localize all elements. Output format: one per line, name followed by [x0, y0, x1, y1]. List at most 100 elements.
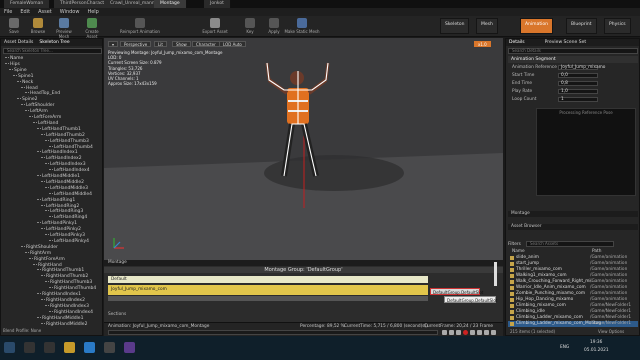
step-back-icon[interactable] — [449, 330, 454, 335]
property-value[interactable]: 1,0 — [558, 89, 598, 94]
col-name[interactable]: Name — [512, 249, 525, 254]
make-static-mesh-label: Make Static Mesh — [284, 29, 320, 34]
viewport-stats: Previewing Montage: Joyful_Jump_mixamo_c… — [108, 50, 222, 86]
asset-columns: Name Path — [508, 249, 638, 254]
col-path[interactable]: Path — [592, 249, 601, 254]
timeline-bar: Animation: Joyful_Jump_mixamo_com_Montag… — [104, 322, 503, 336]
make-static-mesh-button[interactable]: Make Static Mesh — [284, 18, 320, 34]
property-row: Animation Reference Joyful_Jump_mixamo — [508, 64, 636, 71]
axis-gizmo-icon — [113, 238, 124, 249]
view-options-button[interactable]: View Options — [598, 329, 624, 334]
loop-icon[interactable] — [491, 330, 496, 335]
menu-edit[interactable]: Edit — [20, 9, 30, 15]
property-value[interactable]: Joyful_Jump_mixamo — [558, 65, 605, 70]
key-button[interactable]: Key — [238, 18, 262, 34]
save-label: Save — [9, 29, 19, 34]
animation-asset-icon — [510, 304, 514, 308]
playback-speed-button[interactable]: x1.0 — [474, 41, 491, 47]
edge-icon[interactable] — [84, 342, 95, 353]
mode-physics[interactable]: Physics — [604, 18, 631, 34]
tab-asset-browser[interactable]: Asset Browser — [508, 224, 638, 230]
mode-blueprint[interactable]: Blueprint — [566, 18, 597, 34]
search-icon[interactable] — [24, 342, 35, 353]
preview-mesh-button[interactable]: Preview Mesh — [52, 18, 76, 39]
asset-search-input[interactable]: Search Assets — [526, 241, 614, 247]
apply-button[interactable]: Apply — [262, 18, 286, 34]
slot-dropdown[interactable]: DefaultGroup.DefaultSlot — [430, 288, 483, 295]
montage-section-clip[interactable]: Joyful_Jump_mixamo_com — [108, 285, 428, 295]
animation-asset-icon — [510, 256, 514, 260]
record-icon[interactable] — [463, 330, 468, 335]
asset-row[interactable]: Climbing_Ladder_mixamo_com_Montag/Game/N… — [508, 321, 638, 327]
save-button[interactable]: Save — [2, 18, 26, 34]
filters-button[interactable]: Filters — [508, 242, 521, 247]
browse-button[interactable]: Browse — [26, 18, 50, 34]
slot-dropdown-option[interactable]: DefaultGroup.DefaultSlot — [444, 296, 497, 303]
preview-viewport[interactable]: ▾ Perspective Lit Show Character LOD Aut… — [104, 38, 503, 260]
montage-section-header: Montage — [508, 211, 638, 217]
toolbar: Save Browse Preview Mesh Create Asset Re… — [0, 16, 640, 39]
lod-auto-button[interactable]: LOD Auto — [219, 41, 246, 47]
window-tab[interactable]: Montage — [154, 0, 187, 8]
property-value[interactable]: 1 — [558, 97, 598, 102]
menu-window[interactable]: Window — [60, 9, 80, 15]
create-asset-button[interactable]: Create Asset — [80, 18, 104, 39]
right-panel: Details Preview Scene Set Search Details… — [505, 38, 640, 336]
bone-row[interactable]: RightHandMiddle2 — [41, 322, 87, 328]
window-tab[interactable]: FemaleWoman — [4, 0, 51, 8]
animation-asset-icon — [510, 298, 514, 302]
reference-pose-graph: Processing Reference Pose — [536, 108, 636, 196]
tab-preview-scene[interactable]: Preview Scene Set — [545, 39, 587, 46]
step-forward-icon[interactable] — [477, 330, 482, 335]
play-reverse-icon[interactable] — [456, 330, 461, 335]
property-label: Start Time — [512, 73, 535, 78]
animation-asset-icon — [510, 292, 514, 296]
character-button[interactable]: Character — [192, 41, 220, 47]
property-value[interactable]: 0,0 — [558, 73, 598, 78]
show-button[interactable]: Show — [172, 41, 191, 47]
perspective-button[interactable]: Perspective — [120, 41, 152, 47]
clock-time[interactable]: 19:36 — [590, 340, 602, 345]
blend-profile-select[interactable]: Blend Profile: None — [3, 328, 41, 333]
clock-date[interactable]: 05.01.2021 — [584, 348, 609, 353]
folder-icon — [33, 18, 43, 28]
property-value[interactable]: 0,8 — [558, 81, 598, 86]
start-icon[interactable] — [4, 342, 15, 353]
mode-animation[interactable]: Animation — [520, 18, 553, 34]
details-search-input[interactable]: Search Details — [508, 48, 638, 54]
property-row: Loop Count 1 — [508, 96, 636, 103]
task-view-icon[interactable] — [44, 342, 55, 353]
menu-help[interactable]: Help — [87, 9, 98, 15]
tab-asset-details[interactable]: Asset Details — [4, 39, 33, 46]
browse-label: Browse — [30, 29, 46, 34]
lit-button[interactable]: Lit — [154, 41, 167, 47]
play-icon[interactable] — [470, 330, 475, 335]
unreal-icon[interactable] — [104, 342, 115, 353]
right-panel-tabs: Details Preview Scene Set — [506, 39, 639, 46]
tab-details[interactable]: Details — [509, 39, 525, 46]
stat-line: Previewing Montage: Joyful_Jump_mixamo_c… — [108, 50, 223, 55]
skip-start-icon[interactable] — [442, 330, 447, 335]
language-indicator[interactable]: ENG — [560, 345, 569, 350]
montage-slot-default[interactable]: Default — [108, 276, 428, 283]
montage-header: Montage — [104, 260, 503, 266]
menu-file[interactable]: File — [4, 9, 12, 15]
menu-asset[interactable]: Asset — [38, 9, 52, 15]
export-asset-button[interactable]: Export Asset — [200, 18, 230, 34]
viewport-options-button[interactable]: ▾ — [108, 41, 119, 47]
tab-skeleton-tree[interactable]: Skeleton Tree — [39, 39, 69, 46]
asset-name: Climbing_Ladder_mixamo_com_Montag — [516, 321, 602, 326]
window-tab[interactable]: Jonkot — [204, 0, 231, 8]
skip-end-icon[interactable] — [484, 330, 489, 335]
explorer-icon[interactable] — [64, 342, 75, 353]
mode-mesh[interactable]: Mesh — [476, 18, 498, 34]
reimport-button[interactable]: Reimport Animation — [120, 18, 160, 34]
timeline-scrubber[interactable] — [108, 330, 438, 335]
montage-scrollbar[interactable] — [494, 262, 497, 286]
montage-group-label: Montage Group: 'DefaultGroup' — [104, 267, 503, 273]
percentage-readout: Percentage: 89,52 % — [300, 324, 345, 329]
app-icon[interactable] — [124, 342, 135, 353]
skeleton-search-input[interactable]: Search Skeleton Tree... — [3, 48, 102, 54]
mode-skeleton[interactable]: Skeleton — [440, 18, 470, 34]
animation-asset-icon — [510, 262, 514, 266]
